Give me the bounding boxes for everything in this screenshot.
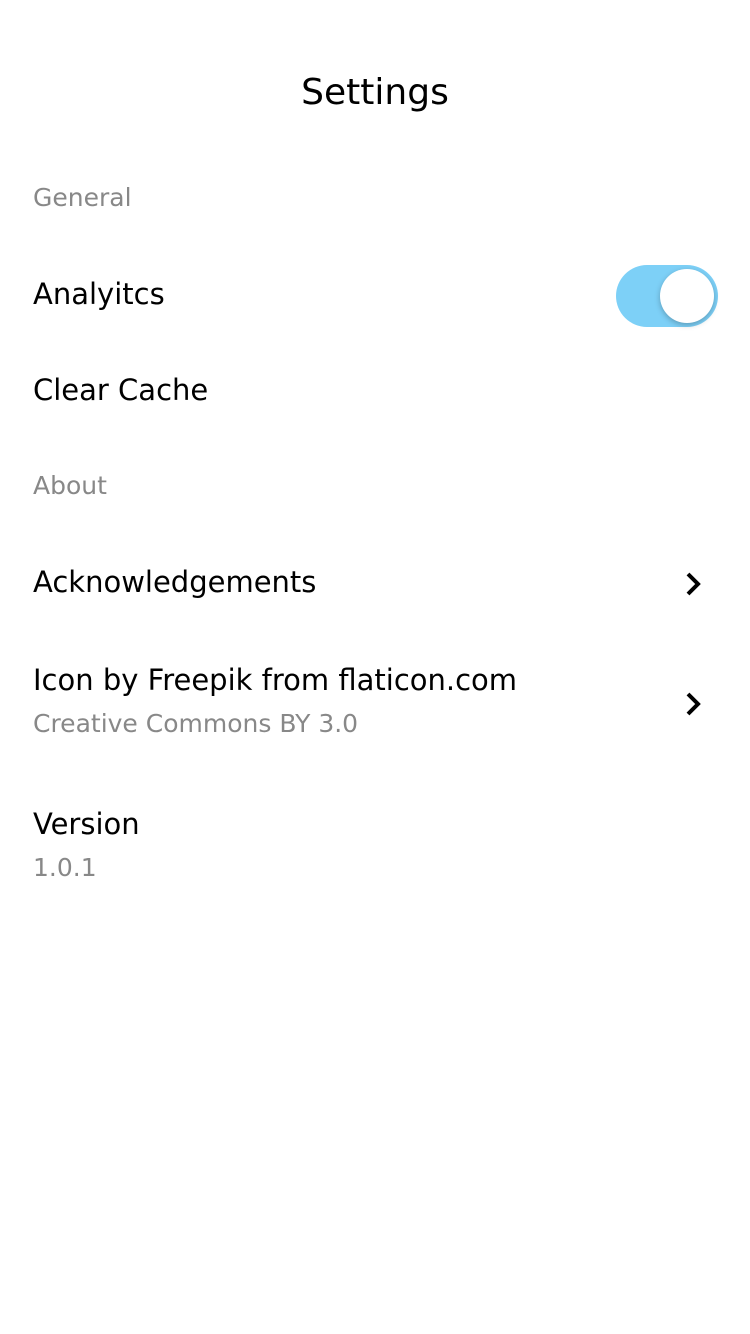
chevron-right-icon[interactable] bbox=[682, 690, 704, 718]
analytics-toggle[interactable] bbox=[616, 265, 718, 327]
section-about: About bbox=[33, 471, 107, 500]
toggle-knob bbox=[660, 269, 714, 323]
page-title: Settings bbox=[301, 72, 449, 113]
clear-cache-item[interactable]: Clear Cache bbox=[33, 373, 208, 407]
section-general: General bbox=[33, 183, 132, 212]
icon-credit-item[interactable]: Icon by Freepik from flaticon.com bbox=[33, 663, 517, 697]
version-label: Version bbox=[33, 807, 140, 841]
icon-credit-license: Creative Commons BY 3.0 bbox=[33, 709, 359, 738]
analytics-label: Analyitcs bbox=[33, 277, 165, 311]
chevron-right-icon[interactable] bbox=[682, 570, 704, 598]
acknowledgements-item[interactable]: Acknowledgements bbox=[33, 565, 316, 599]
version-value: 1.0.1 bbox=[33, 853, 97, 882]
